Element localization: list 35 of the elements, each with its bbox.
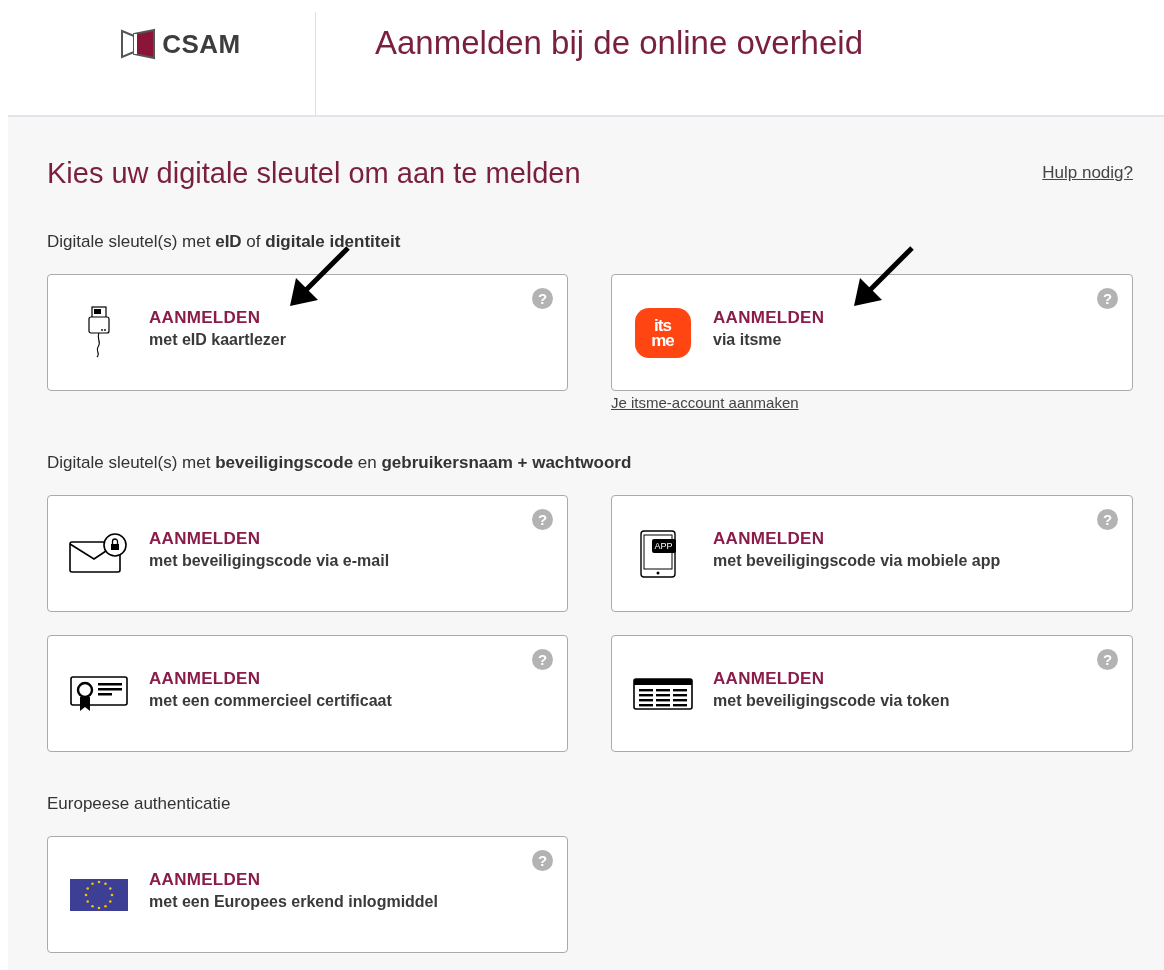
help-link[interactable]: Hulp nodig? [1042,163,1133,183]
login-option-card[interactable]: AANMELDEN met een Europees erkend inlogmiddel ? [47,836,568,953]
option-title: AANMELDEN [713,529,825,549]
login-option-card[interactable]: AANMELDEN met een commercieel certificaat ? [47,635,568,752]
option-description: met een commercieel certificaat [149,692,392,710]
option-description: met een Europees erkend inlogmiddel [149,893,438,911]
account-link[interactable]: Je itsme-account aanmaken [611,394,799,411]
option-description: via itsme [713,331,782,349]
itsme-logo: its me [634,307,691,358]
logo[interactable]: CSAM [120,28,241,60]
option-description: met eID kaartlezer [149,331,286,349]
option-title: AANMELDEN [713,669,825,689]
certificate-icon [68,674,129,713]
option-description: met beveiligingscode via token [713,692,950,710]
login-option-card[interactable]: AANMELDEN met beveiligingscode via token ? [611,635,1133,752]
section-label: Digitale sleutel(s) met eID of digitale identiteit [47,232,402,252]
envelope-lock-icon [67,532,130,575]
page-title: Aanmelden bij de online overheid [375,24,863,63]
keypad-icon [632,677,693,710]
option-title: AANMELDEN [149,529,261,549]
option-title: AANMELDEN [149,308,261,328]
door-icon [120,28,157,60]
login-option-card[interactable]: AANMELDEN met beveiligingscode via e-mail ? [47,495,568,612]
section-heading: Kies uw digitale sleutel om aan te melden [47,157,581,190]
login-option-card[interactable]: AANMELDEN met eID kaartlezer ? [47,274,568,391]
login-option-card[interactable]: its me AANMELDEN via itsme ? [611,274,1133,391]
eu-flag-icon [69,878,128,911]
option-title: AANMELDEN [713,308,825,328]
option-title: AANMELDEN [149,669,261,689]
login-option-card[interactable]: APP AANMELDEN met beveiligingscode via mobiele app ? [611,495,1133,612]
section-label: Europeese authenticatie [47,794,232,814]
option-description: met beveiligingscode via mobiele app [713,552,1001,570]
option-title: AANMELDEN [149,870,261,890]
option-description: met beveiligingscode via e-mail [149,552,390,570]
section-label: Digitale sleutel(s) met beveiligingscode en gebruikersnaam + wachtwoord [47,453,633,473]
